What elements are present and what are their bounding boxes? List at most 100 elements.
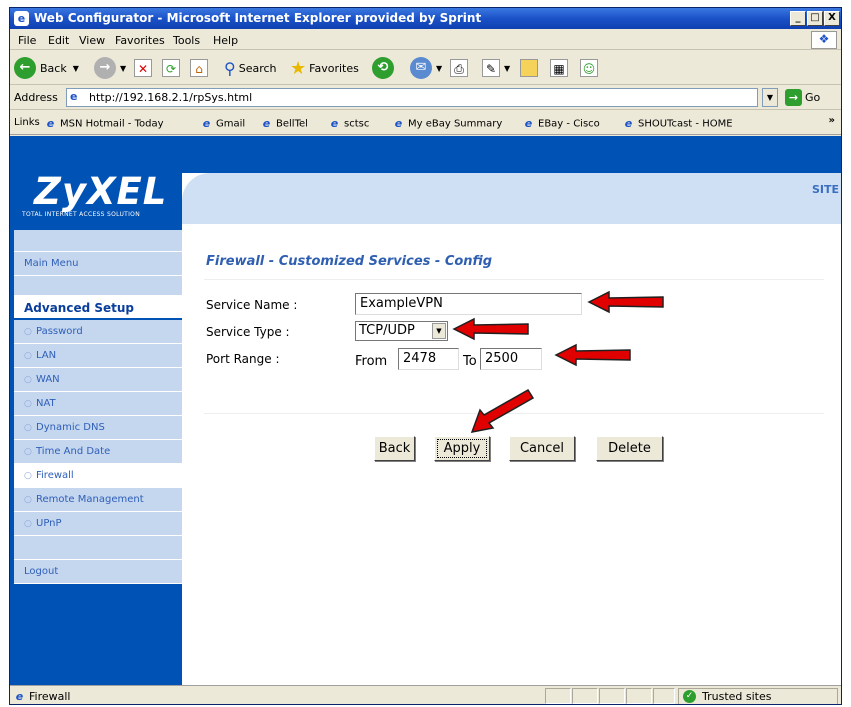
forward-button[interactable]: → ▼ <box>94 56 126 80</box>
link-label: Gmail <box>216 118 246 130</box>
menu-tools[interactable]: Tools <box>173 34 200 47</box>
edit-button[interactable]: ✎ ▼ <box>482 56 510 80</box>
zyxel-tagline: TOTAL INTERNET ACCESS SOLUTION <box>22 211 140 218</box>
messenger-button[interactable]: ☺ <box>580 56 598 80</box>
bullet-icon: ○ <box>24 399 32 409</box>
sidebar-item-firewall[interactable]: ○ Firewall <box>14 464 182 488</box>
link-label: BellTel <box>276 118 308 130</box>
maximize-button[interactable]: □ <box>807 11 823 26</box>
back-label: Back <box>40 61 67 75</box>
status-cell <box>599 688 625 704</box>
cancel-button[interactable]: Cancel <box>509 436 575 461</box>
port-range-label: Port Range : <box>206 352 280 366</box>
menu-file[interactable]: File <box>18 34 36 47</box>
folder-button[interactable] <box>520 56 538 80</box>
link-sctsc[interactable]: e sctsc <box>328 117 370 130</box>
sidebar-item-nat[interactable]: ○ NAT <box>14 392 182 416</box>
annotation-arrow-icon <box>554 343 631 367</box>
back-form-button[interactable]: Back <box>374 436 415 461</box>
status-cell <box>653 688 675 704</box>
mail-button[interactable]: ✉ ▼ <box>410 56 442 80</box>
link-label: SHOUTcast - HOME <box>638 118 733 130</box>
sidebar-spacer <box>14 536 182 560</box>
sidebar-item-password[interactable]: ○ Password <box>14 320 182 344</box>
menu-favorites[interactable]: Favorites <box>115 34 165 47</box>
port-from-input[interactable]: 2478 <box>398 348 459 370</box>
sidebar-item-wan[interactable]: ○ WAN <box>14 368 182 392</box>
link-belltel[interactable]: e BellTel <box>260 117 308 130</box>
favorites-button[interactable]: ★ Favorites <box>290 56 359 80</box>
address-input[interactable]: e http://192.168.2.1/rpSys.html <box>66 88 758 107</box>
sidebar-heading-advanced-setup[interactable]: Advanced Setup <box>14 296 182 320</box>
bullet-icon: ○ <box>24 375 32 385</box>
port-to-input[interactable]: 2500 <box>480 348 542 370</box>
service-type-value: TCP/UDP <box>359 323 415 338</box>
browser-window: e Web Configurator - Microsoft Internet … <box>9 7 842 705</box>
sidebar-item-label: Password <box>36 326 83 337</box>
toolbar: ← Back ▼ → ▼ ✕ ⟳ ⌂ ⚲ Search ★ Favorites … <box>10 51 841 85</box>
link-shoutcast-home[interactable]: e SHOUTcast - HOME <box>622 117 733 130</box>
bullet-icon: ○ <box>24 447 32 457</box>
page-icon: e <box>70 90 78 103</box>
service-name-input[interactable]: ExampleVPN <box>355 293 582 315</box>
refresh-button[interactable]: ⟳ <box>162 56 180 80</box>
home-button[interactable]: ⌂ <box>190 56 208 80</box>
link-label: MSN Hotmail - Today <box>60 118 164 130</box>
link-label: EBay - Cisco <box>538 118 600 130</box>
sidebar-item-lan[interactable]: ○ LAN <box>14 344 182 368</box>
research-button[interactable]: ▦ <box>550 56 568 80</box>
go-label: Go <box>805 91 821 104</box>
link-label: sctsc <box>344 118 370 130</box>
window-title: Web Configurator - Microsoft Internet Ex… <box>34 11 482 25</box>
go-button[interactable]: → Go <box>785 89 820 106</box>
to-label: To <box>463 354 477 369</box>
search-label: Search <box>238 61 277 75</box>
link-page-icon: e <box>524 117 533 130</box>
close-button[interactable]: X <box>824 11 840 26</box>
link-label: My eBay Summary <box>408 118 503 130</box>
sidebar-item-label: Firewall <box>36 470 74 481</box>
search-button[interactable]: ⚲ Search <box>224 56 277 80</box>
sidebar-item-remote-management[interactable]: ○ Remote Management <box>14 488 182 512</box>
link-ebay-cisco[interactable]: e EBay - Cisco <box>522 117 600 130</box>
menu-help[interactable]: Help <box>213 34 238 47</box>
bullet-icon: ○ <box>24 351 32 361</box>
status-label: Firewall <box>29 690 71 703</box>
site-label: SITE <box>811 183 839 196</box>
delete-button[interactable]: Delete <box>596 436 663 461</box>
folder-icon <box>520 59 538 77</box>
sidebar-item-label: Remote Management <box>36 494 144 505</box>
apply-button[interactable]: Apply <box>434 436 490 461</box>
sidebar-item-upnp[interactable]: ○ UPnP <box>14 512 182 536</box>
links-more-icon[interactable]: » <box>829 115 835 126</box>
stop-icon: ✕ <box>134 59 152 77</box>
from-label: From <box>355 354 388 369</box>
menu-view[interactable]: View <box>79 34 105 47</box>
menu-edit[interactable]: Edit <box>48 34 69 47</box>
address-dropdown-icon[interactable]: ▼ <box>762 88 778 107</box>
sidebar-item-logout[interactable]: Logout <box>14 560 182 584</box>
sidebar-item-dynamic-dns[interactable]: ○ Dynamic DNS <box>14 416 182 440</box>
minimize-button[interactable]: _ <box>790 11 806 26</box>
service-type-label: Service Type : <box>206 325 290 339</box>
header-band <box>10 136 841 173</box>
service-type-select[interactable]: TCP/UDP ▼ <box>355 321 448 341</box>
back-button[interactable]: ← Back ▼ <box>14 56 79 80</box>
sidebar-item-label: Dynamic DNS <box>36 422 105 433</box>
status-cell <box>545 688 571 704</box>
print-button[interactable]: ⎙ <box>450 56 468 80</box>
history-button[interactable]: ⟲ <box>372 56 398 80</box>
links-bar: Links e MSN Hotmail - Today e Gmail e BellT… <box>10 111 841 135</box>
link-msn-hotmail[interactable]: e MSN Hotmail - Today <box>44 117 164 130</box>
dropdown-arrow-icon: ▼ <box>72 63 79 73</box>
stop-button[interactable]: ✕ <box>134 56 152 80</box>
sidebar-item-time-and-date[interactable]: ○ Time And Date <box>14 440 182 464</box>
link-my-ebay-summary[interactable]: e My eBay Summary <box>392 117 503 130</box>
sidebar-menu: Main Menu Advanced Setup ○ Password ○ LAN … <box>14 230 182 584</box>
links-label: Links <box>14 117 40 128</box>
history-icon: ⟲ <box>372 57 394 79</box>
link-gmail[interactable]: e Gmail <box>200 117 245 130</box>
ie-icon: e <box>14 11 29 26</box>
sidebar-item-main-menu[interactable]: Main Menu <box>14 252 182 276</box>
dropdown-arrow-icon: ▼ <box>120 63 127 73</box>
